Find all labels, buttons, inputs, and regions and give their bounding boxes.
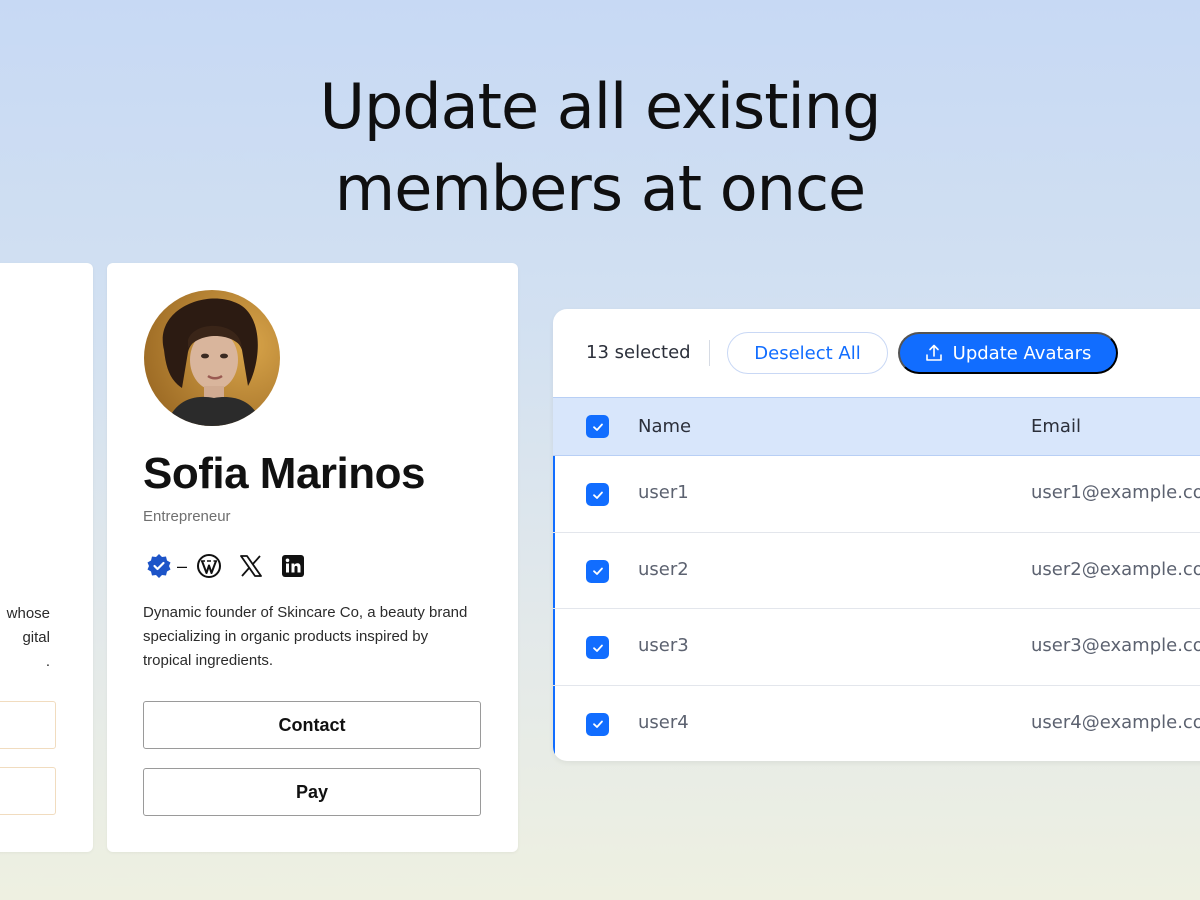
column-header-name[interactable]: Name	[638, 416, 691, 437]
row-checkbox[interactable]	[586, 712, 609, 736]
partial-bio-line: gital	[22, 629, 50, 646]
table-header-row: Name Email	[553, 397, 1200, 456]
separator-dash: –	[176, 555, 187, 576]
checkmark-icon	[592, 720, 603, 728]
row-checkbox[interactable]	[586, 636, 609, 659]
profile-description: Dynamic founder of Skincare Co, a beauty…	[143, 604, 468, 669]
table-row[interactable]: user3 user3@example.com	[553, 609, 1200, 686]
partial-bio-line: whose	[6, 605, 50, 622]
row-email: user2@example.com	[1031, 558, 1200, 580]
profile-card: Sofia Marinos Entrepreneur – Dynamic fou…	[107, 263, 518, 852]
profile-role: Entrepreneur	[143, 508, 231, 525]
checkmark-icon	[592, 644, 603, 652]
headline-line-2: members at once	[334, 152, 866, 225]
table-row[interactable]: user4 user4@example.com	[553, 686, 1200, 762]
deselect-all-button[interactable]: Deselect All	[727, 332, 888, 374]
checkmark-icon	[592, 491, 603, 499]
partial-pay-button[interactable]	[0, 767, 56, 815]
profile-name: Sofia Marinos	[143, 449, 426, 498]
row-email: user4@example.com	[1031, 711, 1200, 733]
checkmark-icon	[592, 423, 603, 431]
table-row[interactable]: user2 user2@example.com	[553, 533, 1200, 609]
members-table-panel: 13 selected Deselect All Update Avatars …	[553, 309, 1200, 761]
pay-button[interactable]: Pay	[143, 768, 481, 816]
wordpress-icon[interactable]	[194, 551, 224, 581]
row-email: user3@example.com	[1031, 635, 1200, 656]
column-header-email[interactable]: Email	[1031, 416, 1081, 437]
bulk-action-toolbar: 13 selected Deselect All Update Avatars	[553, 309, 1200, 397]
upload-icon	[925, 344, 942, 361]
partial-profile-card: whose gital .	[0, 263, 93, 852]
update-avatars-label: Update Avatars	[952, 342, 1092, 364]
table-row[interactable]: user1 user1@example.com	[553, 456, 1200, 533]
table-body: user1 user1@example.com user2 user2@exam…	[553, 456, 1200, 761]
linkedin-icon[interactable]	[278, 551, 308, 581]
headline: Update all existing members at once	[0, 66, 1200, 230]
checkmark-icon	[592, 567, 603, 575]
avatar	[144, 290, 280, 426]
partial-contact-button[interactable]	[0, 701, 56, 749]
row-name: user3	[638, 635, 689, 656]
row-name: user2	[638, 558, 689, 580]
social-links: –	[144, 551, 308, 581]
selected-count: 13 selected	[586, 342, 691, 363]
row-checkbox[interactable]	[586, 559, 609, 583]
avatar-portrait-image	[144, 290, 280, 426]
row-checkbox[interactable]	[586, 483, 609, 506]
partial-card-bio: whose gital .	[0, 602, 50, 674]
x-icon[interactable]	[236, 551, 266, 581]
verified-badge-icon	[144, 551, 174, 581]
row-name: user1	[638, 482, 689, 503]
update-avatars-button[interactable]: Update Avatars	[898, 332, 1118, 374]
row-name: user4	[638, 711, 689, 733]
partial-bio-line: .	[45, 653, 50, 670]
row-email: user1@example.com	[1031, 482, 1200, 503]
select-all-checkbox[interactable]	[586, 415, 609, 438]
headline-line-1: Update all existing	[319, 70, 882, 143]
toolbar-divider	[709, 340, 710, 366]
contact-button[interactable]: Contact	[143, 701, 481, 749]
